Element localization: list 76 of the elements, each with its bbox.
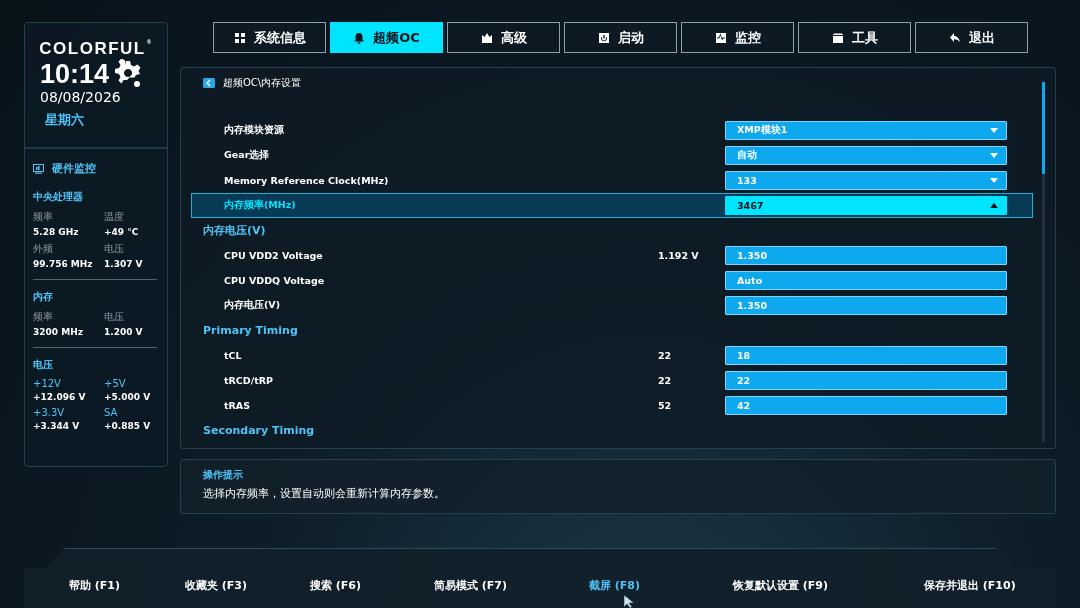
- grid-icon: [233, 31, 246, 44]
- stat-value: 5.28 GHz: [33, 227, 80, 237]
- footer-button[interactable]: 简易模式 (F7): [434, 578, 508, 593]
- stat-value: +49 °C: [104, 227, 140, 237]
- scrollbar[interactable]: [1042, 82, 1045, 442]
- stat-label: +3.3V: [33, 407, 66, 418]
- stat-value: 3200 MHz: [33, 327, 84, 337]
- stat-value: +0.885 V: [104, 421, 152, 431]
- stat-label: 频率: [33, 310, 54, 324]
- tab[interactable]: 工具: [798, 22, 911, 53]
- footer-button[interactable]: 搜索 (F6): [310, 578, 362, 593]
- setting-label: tRAS: [223, 400, 252, 411]
- stat-value: 1.200 V: [104, 327, 144, 337]
- selected-row[interactable]: 内存频率(MHz) 3467: [191, 193, 1033, 218]
- setting-label: 内存模块资源: [223, 124, 285, 137]
- group-title: 电压: [33, 358, 54, 372]
- setting-label: 内存电压(V): [223, 299, 282, 312]
- stat-label: +5V: [104, 378, 127, 389]
- footer-button[interactable]: 收藏夹 (F3): [185, 578, 248, 593]
- stat-value: 1.307 V: [104, 259, 144, 269]
- footer-button[interactable]: 截屏 (F8): [589, 578, 641, 593]
- weekday-text: 星期六: [45, 111, 84, 129]
- chart-icon: [714, 31, 727, 44]
- tab[interactable]: 超频OC: [330, 22, 443, 53]
- stat-label: 外频: [33, 242, 54, 256]
- section-header: Primary Timing: [203, 324, 298, 337]
- setting-label: CPU VDDQ Voltage: [223, 275, 326, 286]
- current-reading: 22: [658, 375, 672, 386]
- setting-label: Memory Reference Clock(MHz): [223, 175, 390, 186]
- current-reading: 52: [658, 400, 672, 411]
- stat-label: 频率: [33, 210, 54, 224]
- stat-value: +3.344 V: [33, 421, 81, 431]
- brand-logo: COLORFUL$^{®}$: [39, 39, 153, 59]
- setting-label: tCL: [223, 350, 243, 361]
- dropdown-field[interactable]: 3467: [725, 196, 1007, 215]
- group-title: 内存: [33, 290, 54, 304]
- toolbox-icon: [831, 31, 844, 44]
- section-header: Secondary Timing: [203, 424, 315, 437]
- stat-label: 温度: [104, 210, 125, 224]
- bell-icon: [353, 31, 366, 44]
- stat-label: +12V: [33, 378, 62, 389]
- section-header: 内存电压(V): [203, 223, 266, 238]
- tab[interactable]: 系统信息: [213, 22, 326, 53]
- hint-title: 操作提示: [203, 468, 244, 482]
- back-arrow-icon: [948, 31, 961, 44]
- stat-value: +5.000 V: [104, 392, 152, 402]
- setting-label: 内存频率(MHz): [223, 199, 297, 212]
- footer-button[interactable]: 帮助 (F1): [69, 578, 121, 593]
- current-reading: 22: [658, 350, 672, 361]
- stat-label: SA: [104, 407, 119, 418]
- hint-text: 选择内存频率，设置自动则会重新计算内存参数。: [203, 487, 446, 501]
- clock-time: 10:14: [40, 59, 110, 89]
- gear-icon: [113, 59, 144, 89]
- tab[interactable]: 高级: [447, 22, 560, 53]
- current-reading: 1.192 V: [658, 250, 699, 261]
- stat-label: 电压: [104, 242, 125, 256]
- footer-button[interactable]: 保存并退出 (F10): [924, 578, 1016, 593]
- tab[interactable]: 启动: [564, 22, 677, 53]
- breadcrumb: 超频OC\内存设置: [223, 76, 302, 90]
- date-text: 08/08/2026: [40, 89, 121, 105]
- stat-label: 电压: [104, 310, 125, 324]
- monitor-icon: [33, 163, 44, 174]
- group-title: 中央处理器: [33, 190, 84, 204]
- power-icon: [597, 31, 610, 44]
- panel-title: 硬件监控: [52, 161, 96, 176]
- setting-label: tRCD/tRP: [223, 375, 274, 386]
- stat-value: 99.756 MHz: [33, 259, 94, 269]
- crown-icon: [480, 31, 493, 44]
- setting-label: Gear选择: [223, 149, 271, 162]
- cursor-icon: [624, 595, 636, 608]
- stat-value: +12.096 V: [33, 392, 87, 402]
- tab[interactable]: 监控: [681, 22, 794, 53]
- setting-label: CPU VDD2 Voltage: [223, 250, 324, 261]
- back-icon: [203, 78, 215, 88]
- footer-button[interactable]: 恢复默认设置 (F9): [733, 578, 829, 593]
- tab[interactable]: 退出: [915, 22, 1028, 53]
